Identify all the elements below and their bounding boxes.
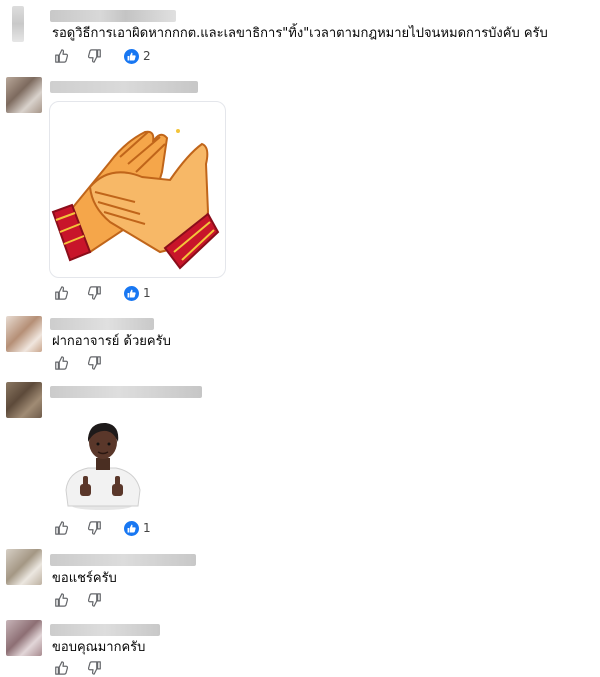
avatar[interactable] (6, 316, 42, 352)
thumbs-down-icon (88, 521, 101, 535)
thumbs-down-icon (88, 49, 101, 63)
reaction-count-value: 2 (143, 49, 151, 63)
dislike-button[interactable] (86, 47, 104, 65)
clapping-hands-sticker[interactable] (49, 101, 226, 278)
avatar[interactable] (6, 77, 42, 113)
like-button[interactable] (52, 47, 70, 65)
like-button[interactable] (52, 284, 70, 302)
commenter-name-blurred[interactable] (50, 386, 202, 398)
dislike-button[interactable] (86, 519, 104, 537)
avatar[interactable] (6, 549, 42, 585)
avatar[interactable] (6, 382, 42, 418)
dislike-button[interactable] (86, 354, 104, 372)
like-button[interactable] (52, 591, 70, 609)
comment-text: ฝากอาจารย์ ด้วยครับ (52, 334, 171, 349)
clapping-hands-icon (51, 129, 220, 270)
thumbs-up-icon (55, 49, 68, 63)
commenter-name-blurred[interactable] (50, 554, 196, 566)
commenter-name-blurred[interactable] (50, 318, 154, 330)
thumbs-up-icon (55, 286, 68, 300)
like-reaction-icon (124, 520, 139, 536)
reaction-count-value: 1 (143, 286, 151, 300)
like-button[interactable] (52, 519, 70, 537)
dislike-button[interactable] (86, 659, 104, 677)
thumbs-up-icon (55, 521, 68, 535)
commenter-name-blurred[interactable] (50, 624, 160, 636)
thumbs-down-icon (88, 661, 101, 675)
thumbs-up-icon (55, 661, 68, 675)
reaction-count[interactable]: 2 (124, 47, 151, 65)
avatar[interactable] (6, 620, 42, 656)
avatar[interactable] (12, 6, 24, 42)
like-reaction-icon (124, 285, 139, 301)
thumbs-down-icon (88, 356, 101, 370)
like-button[interactable] (52, 659, 70, 677)
commenter-name-blurred[interactable] (50, 81, 198, 93)
dislike-button[interactable] (86, 284, 104, 302)
reaction-count[interactable]: 1 (124, 519, 151, 537)
comment-text: รอดูวิธีการเอาผิดหากกกต.และเลขาธิการ"ทิ้… (52, 26, 548, 41)
thumbs-up-icon (55, 356, 68, 370)
thumbs-down-icon (88, 286, 101, 300)
like-reaction-icon (124, 48, 139, 64)
dislike-button[interactable] (86, 591, 104, 609)
comment-text: ขอบคุณมากครับ (52, 640, 146, 655)
comment-text: ขอแชร์ครับ (52, 571, 117, 586)
like-button[interactable] (52, 354, 70, 372)
commenter-name-blurred[interactable] (50, 10, 176, 22)
thumbs-up-icon (55, 593, 68, 607)
thumbs-up-person-icon (65, 422, 141, 510)
reaction-count[interactable]: 1 (124, 284, 151, 302)
reaction-count-value: 1 (143, 521, 151, 535)
thumbs-down-icon (88, 593, 101, 607)
thumbs-up-person-sticker[interactable] (58, 420, 148, 512)
